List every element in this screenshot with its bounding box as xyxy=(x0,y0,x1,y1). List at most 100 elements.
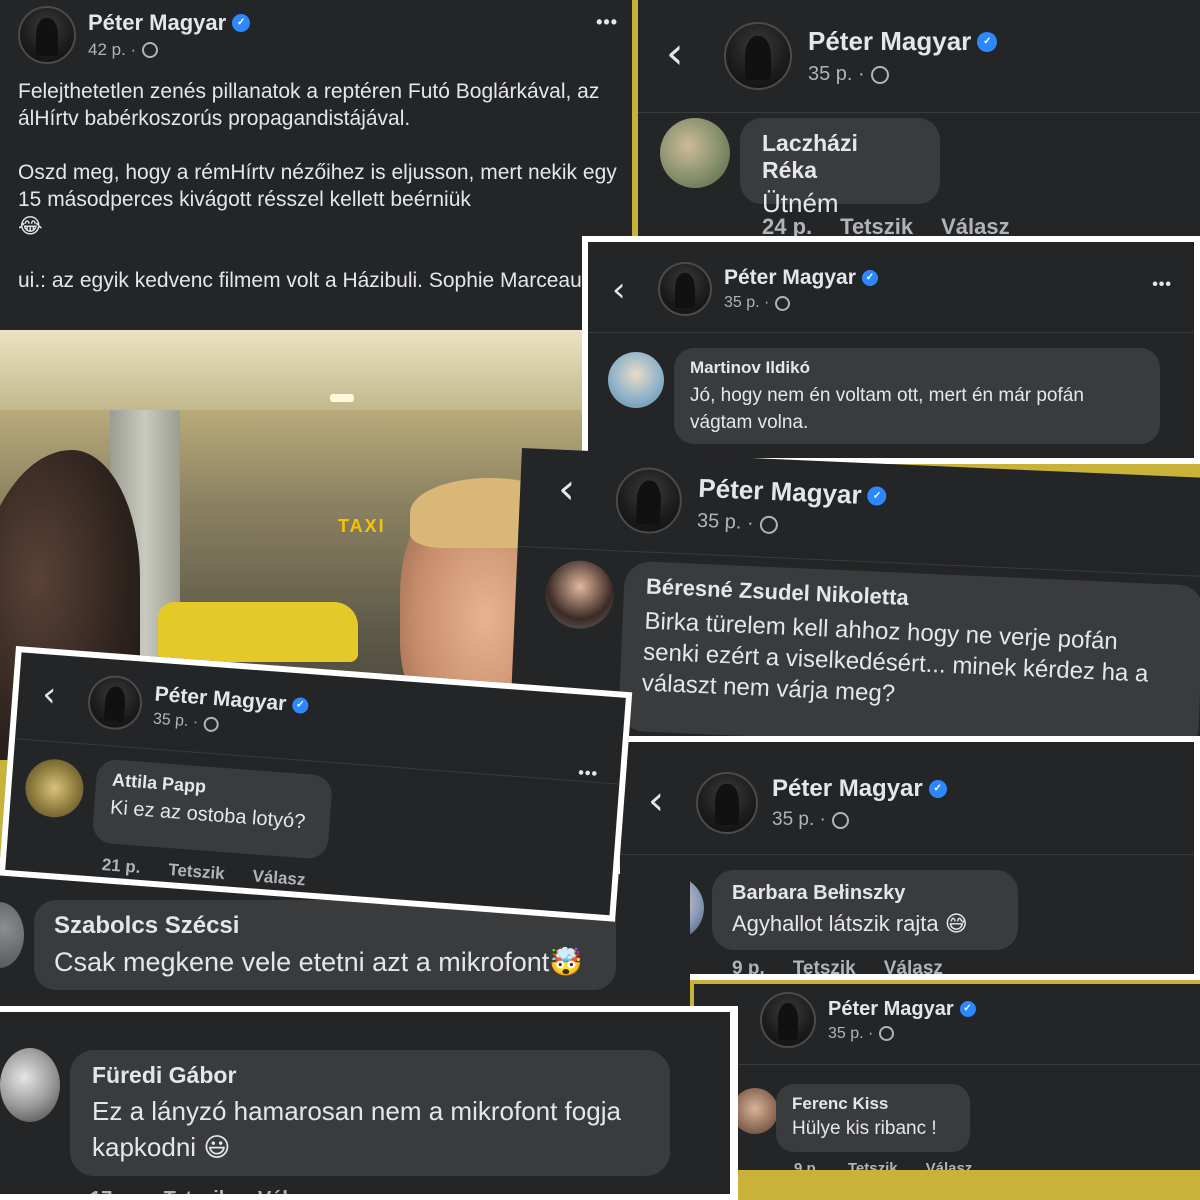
post-paragraph-1: Felejthetetlen zenés pillanatok a reptér… xyxy=(18,80,600,130)
sweat-smile-emoji-icon: 😅 xyxy=(944,912,968,937)
author-name[interactable]: Péter Magyar xyxy=(88,10,226,36)
post-time: 35 p. · xyxy=(828,1024,874,1042)
verified-badge-icon: ✓ xyxy=(928,780,947,798)
comment-text: Hülye kis ribanc ! xyxy=(792,1118,937,1139)
comment-text: Ez a lányzó hamarosan nem a mikrofont fo… xyxy=(92,1096,621,1163)
commenter-avatar[interactable] xyxy=(544,559,616,631)
comment-screenshot-5: ‹ Péter Magyar ✓ 35 p. · Barbara Bełinszk… xyxy=(614,736,1200,980)
author-name[interactable]: Péter Magyar xyxy=(772,775,923,803)
author-avatar[interactable] xyxy=(760,992,816,1048)
comment-screenshot-2: ‹ Péter Magyar ✓ 35 p. · ••• Martinov Ild… xyxy=(582,236,1200,464)
like-button[interactable]: Tetszik xyxy=(168,860,226,884)
commenter-avatar[interactable] xyxy=(732,1088,778,1134)
comment-screenshot-1: ‹ Péter Magyar ✓ 35 p. · Laczházi Réka Üt… xyxy=(638,0,1200,240)
globe-icon xyxy=(775,295,791,311)
globe-icon xyxy=(831,811,849,829)
comment-bubble: Béresné Zsudel Nikoletta Birka türelem k… xyxy=(617,560,1200,756)
post-body: Felejthetetlen zenés pillanatok a reptér… xyxy=(18,78,622,294)
comment-actions: 21 p. Tetszik Válasz xyxy=(101,855,306,890)
post-paragraph-2: Oszd meg, hogy a rémHírtv nézőihez is el… xyxy=(18,161,617,238)
like-button[interactable]: Tetszik xyxy=(164,1188,230,1194)
commenter-avatar[interactable] xyxy=(660,118,730,188)
smiley-emoji-icon: 😃 xyxy=(203,1133,231,1163)
commenter-avatar[interactable] xyxy=(608,352,664,408)
commenter-avatar[interactable] xyxy=(0,902,24,968)
comment-actions: 17 p. Tetszik Válasz xyxy=(90,1188,320,1200)
author-name[interactable]: Péter Magyar xyxy=(724,266,856,290)
header-divider xyxy=(620,854,1194,855)
post-time: 35 p. · xyxy=(724,294,770,311)
globe-icon xyxy=(879,1026,895,1041)
header-divider xyxy=(638,112,1200,113)
commenter-avatar[interactable] xyxy=(23,757,86,820)
globe-icon xyxy=(203,715,220,732)
commenter-avatar[interactable] xyxy=(0,1048,60,1122)
verified-badge-icon: ✓ xyxy=(291,696,309,715)
more-options-icon[interactable]: ••• xyxy=(596,12,618,33)
post-time: 35 p. · xyxy=(152,710,199,731)
post-time: 35 p. · xyxy=(696,509,755,535)
back-arrow-icon[interactable]: ‹ xyxy=(666,28,684,79)
author-avatar[interactable] xyxy=(18,6,76,64)
reply-button[interactable]: Válasz xyxy=(884,958,943,974)
comment-text: Agyhallot látszik rajta 😅 xyxy=(732,911,968,937)
comment-actions: 9 p. Tetszik Válasz xyxy=(794,1160,972,1170)
header-divider xyxy=(588,332,1194,333)
author-avatar[interactable] xyxy=(658,262,712,316)
commenter-name[interactable]: Laczházi Réka xyxy=(762,130,918,184)
back-arrow-icon[interactable]: ‹ xyxy=(612,270,626,310)
verified-badge-icon: ✓ xyxy=(232,14,251,32)
comment-bubble: Füredi Gábor Ez a lányzó hamarosan nem a… xyxy=(70,1050,670,1176)
author-avatar[interactable] xyxy=(614,466,684,535)
author-name[interactable]: Péter Magyar xyxy=(808,26,971,57)
photo-ceiling xyxy=(0,330,632,410)
back-arrow-icon[interactable]: ‹ xyxy=(648,778,664,824)
comment-bubble: Laczházi Réka Ütném xyxy=(740,118,940,218)
author-avatar[interactable] xyxy=(696,772,758,834)
header-divider xyxy=(694,1064,1200,1065)
like-button[interactable]: Tetszik xyxy=(793,958,856,974)
globe-icon xyxy=(142,42,159,58)
more-options-icon[interactable]: ••• xyxy=(1152,276,1172,294)
commenter-name[interactable]: Martinov Ildikó xyxy=(690,358,1144,378)
comment-age: 9 p. xyxy=(794,1160,820,1170)
comment-bubble: Ferenc Kiss Hülye kis ribanc ! xyxy=(776,1084,970,1152)
author-name[interactable]: Péter Magyar xyxy=(698,473,862,511)
comment-actions: 9 p. Tetszik Válasz xyxy=(732,958,943,979)
post-time: 35 p. · xyxy=(772,809,826,830)
globe-icon xyxy=(759,514,778,534)
commenter-name[interactable]: Füredi Gábor xyxy=(92,1062,648,1089)
laughing-emoji-icon: 😂 xyxy=(18,214,43,238)
commenter-name[interactable]: Ferenc Kiss xyxy=(792,1094,954,1114)
post-paragraph-3: ui.: az egyik kedvenc filmem volt a Házi… xyxy=(18,267,622,294)
photo-taxi-car xyxy=(158,602,358,662)
author-name[interactable]: Péter Magyar xyxy=(828,998,954,1021)
back-arrow-icon[interactable]: ‹ xyxy=(557,464,576,514)
commenter-name[interactable]: Barbara Bełinszky xyxy=(732,882,998,905)
reply-button[interactable]: Válasz xyxy=(258,1188,320,1194)
comment-text: Csak megkene vele etetni azt a mikrofont… xyxy=(54,947,583,978)
comment-screenshot-4: ‹ Péter Magyar ✓ 35 p. · ••• Attila Papp … xyxy=(0,646,633,922)
post-time: 35 p. · xyxy=(808,63,865,85)
comment-age: 17 p. xyxy=(90,1188,136,1200)
comment-text: Birka türelem kell ahhoz hogy ne verje p… xyxy=(641,607,1149,708)
author-avatar[interactable] xyxy=(724,22,792,90)
photo-light xyxy=(330,394,354,402)
comment-bubble: Attila Papp Ki ez az ostoba lotyó? xyxy=(91,758,334,860)
commenter-name[interactable]: Szabolcs Szécsi xyxy=(54,912,596,940)
verified-badge-icon: ✓ xyxy=(959,1001,976,1017)
post-header: Péter Magyar ✓ 42 p. · xyxy=(18,6,251,64)
globe-icon xyxy=(870,65,889,84)
back-arrow-icon[interactable]: ‹ xyxy=(41,674,58,715)
comment-text: Jó, hogy nem én voltam ott, mert én már … xyxy=(690,385,1084,433)
reply-button[interactable]: Válasz xyxy=(926,1160,973,1170)
comment-screenshot-8: Füredi Gábor Ez a lányzó hamarosan nem a… xyxy=(0,1006,738,1200)
like-button[interactable]: Tetszik xyxy=(848,1160,898,1170)
comment-age: 9 p. xyxy=(732,958,765,979)
verified-badge-icon: ✓ xyxy=(977,31,998,52)
post-time: 42 p. · xyxy=(88,40,137,59)
exploding-head-emoji-icon: 🤯 xyxy=(549,947,583,978)
reply-button[interactable]: Válasz xyxy=(252,866,306,890)
comment-bubble: Barbara Bełinszky Agyhallot látszik rajt… xyxy=(712,870,1018,950)
author-avatar[interactable] xyxy=(86,673,144,732)
